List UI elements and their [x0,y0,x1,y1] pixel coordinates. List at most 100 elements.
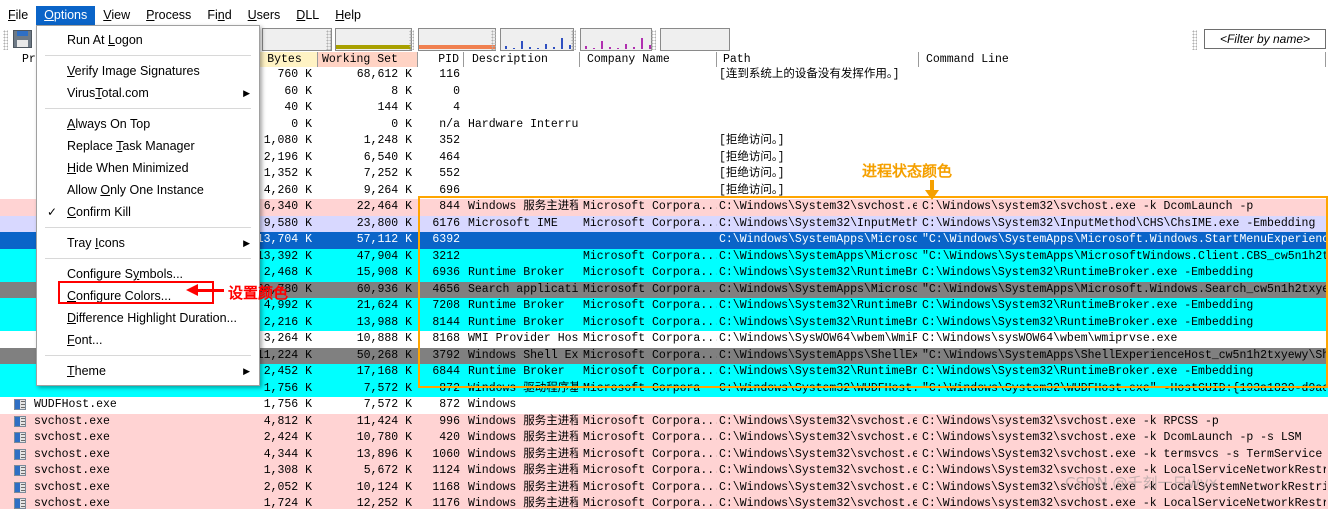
options-menu-item-always-on-top[interactable]: Always On Top [37,113,259,135]
cell-command-line: C:\Windows\System32\InputMethod\CHS\ChsI… [922,216,1316,230]
menu-item-options[interactable]: Options [36,6,96,25]
column-header-ws[interactable]: Working Set [318,52,418,67]
cell-working-set: 17,168 K [356,365,412,378]
graph-spike [609,47,611,49]
options-menu-item-font[interactable]: Font... [37,329,259,351]
table-row[interactable]: WUDFHost.exe 1,756 K 7,572 K 872 Windows [0,397,1328,414]
cell-command-line: C:\Windows\System32\svchost.exe -k Local… [922,464,1326,477]
submenu-arrow-icon: ▶ [243,238,250,248]
options-menu-item-verify-image-signatures[interactable]: Verify Image Signatures [37,60,259,82]
cell-description: Windows 服务主进程 [468,480,578,494]
table-row[interactable]: svchost.exe 1,724 K 12,252 K 1176 Windows 服务… [0,496,1328,509]
extra-graph[interactable] [660,28,730,51]
options-menu-item-difference-highlight-duration[interactable]: Difference Highlight Duration... [37,307,259,329]
cell-pid: 3212 [432,249,460,263]
gpu-graph[interactable] [580,28,652,51]
red-arrow-head-icon [186,284,198,296]
cell-working-set: 11,424 K [356,414,412,428]
cpu-usage-graph[interactable] [262,28,332,51]
graph-grip-5[interactable] [651,30,656,50]
cell-company-name: Microsoft Corpora... [583,480,717,494]
menu-item-file[interactable]: File [0,6,36,25]
cell-working-set: 68,612 K [356,68,412,81]
cell-pid: 1124 [432,464,460,477]
cell-description: Microsoft IME [468,216,558,230]
filter-input[interactable]: <Filter by name> [1204,29,1326,49]
graph-grip-1[interactable] [326,30,331,50]
menu-separator [45,227,251,228]
cell-pid: 7208 [432,299,460,312]
table-row[interactable]: svchost.exe 4,812 K 11,424 K 996 Windows 服务主… [0,413,1328,430]
io-graph[interactable] [500,28,574,51]
cell-company-name [583,232,717,249]
options-dropdown-menu[interactable]: Run At Logon Verify Image Signatures Virus… [36,25,260,386]
column-header-comp[interactable]: Company Name [583,52,717,67]
commit-history-graph[interactable] [335,28,412,51]
menu-item-users[interactable]: Users [240,6,289,25]
table-row[interactable]: svchost.exe 1,308 K 5,672 K 1124 Windows 服务主… [0,463,1328,480]
column-header-pid[interactable]: PID [418,52,464,67]
cell-working-set: 10,780 K [356,431,412,444]
cell-process-name: svchost.exe [34,464,110,477]
cell-path: C:\Windows\System32\WUDFHost.exe [719,381,917,395]
cell-company-name: Microsoft Corpora... [583,365,717,378]
cell-description: Windows Shell Exp... [468,348,578,362]
filter-grip[interactable] [1192,30,1197,50]
options-menu-item-replace-task-manager[interactable]: Replace Task Manager [37,135,259,157]
menu-item-process[interactable]: Process [138,6,199,25]
cell-command-line: "C:\Windows\SystemApps\MicrosoftWindows.… [922,249,1326,263]
graph-grip-4[interactable] [571,30,576,50]
toolbar-grip[interactable] [3,30,8,50]
column-header-path[interactable]: Path [719,52,919,67]
cell-path: C:\Windows\System32\InputMethod\... [719,216,917,230]
options-menu-item-hide-when-minimized[interactable]: Hide When Minimized [37,157,259,179]
options-menu-item-allow-only-one-instance[interactable]: Allow Only One Instance [37,179,259,201]
table-row[interactable]: svchost.exe 2,052 K 10,124 K 1168 Windows 服务… [0,479,1328,496]
options-menu-item-theme[interactable]: Theme ▶ [37,360,259,382]
menu-item-find[interactable]: Find [199,6,239,25]
graph-grip-3[interactable] [491,30,496,50]
cell-pid: 420 [439,431,460,444]
table-row[interactable]: svchost.exe 2,424 K 10,780 K 420 Windows 服务主… [0,430,1328,447]
options-menu-item-virustotal-com[interactable]: VirusTotal.com ▶ [37,82,259,104]
column-header-cmd[interactable]: Command Line [922,52,1326,67]
options-menu-item-tray-icons[interactable]: Tray Icons ▶ [37,232,259,254]
cell-company-name [583,84,717,101]
cell-pid: 0 [453,84,460,98]
cell-pid: 3792 [432,348,460,362]
cell-pid: 464 [439,150,460,164]
cell-command-line: C:\Windows\System32\RuntimeBroker.exe -E… [922,315,1254,329]
menu-item-help[interactable]: Help [327,6,369,25]
menu-item-label: Replace Task Manager [67,139,195,153]
cell-company-name [583,100,717,117]
options-menu-item-confirm-kill[interactable]: Confirm Kill ✓ [37,201,259,223]
cell-path: C:\Windows\System32\svchost.exe [719,431,917,444]
cell-description: Windows [468,398,517,411]
cell-working-set: 7,252 K [363,167,412,180]
cell-description: Windows 驱动程序基 [468,381,578,395]
cell-process-name: svchost.exe [34,480,110,494]
cell-company-name: Microsoft Corpora... [583,414,717,428]
cell-command-line: C:\Windows\system32\svchost.exe -k Local… [922,497,1326,509]
column-header-desc[interactable]: Description [468,52,580,67]
cell-description: Windows 服务主进程 [468,431,578,444]
cell-command-line: C:\Windows\system32\svchost.exe -k DcomL… [922,431,1302,444]
options-menu-item-run-at-logon[interactable]: Run At Logon [37,29,259,51]
cell-working-set: 8 K [391,84,412,98]
menu-item-view[interactable]: View [95,6,138,25]
menu-item-label: Difference Highlight Duration... [67,311,237,325]
graph-spike [505,46,507,49]
menu-separator [45,258,251,259]
cell-pid: 6176 [432,216,460,230]
cell-command-line [922,117,1326,134]
table-row[interactable]: svchost.exe 4,344 K 13,896 K 1060 Windows 服务… [0,446,1328,463]
physical-memory-graph[interactable] [418,28,496,51]
cell-command-line: "C:\Windows\SystemApps\ShellExperienceHo… [922,348,1326,362]
cell-working-set: 13,896 K [356,447,412,461]
graph-grip-2[interactable] [409,30,414,50]
menu-item-dll[interactable]: DLL [288,6,327,25]
cell-pid: 696 [439,183,460,197]
cell-pid: 872 [439,381,460,395]
save-button[interactable] [10,28,34,49]
cell-description [468,232,578,249]
